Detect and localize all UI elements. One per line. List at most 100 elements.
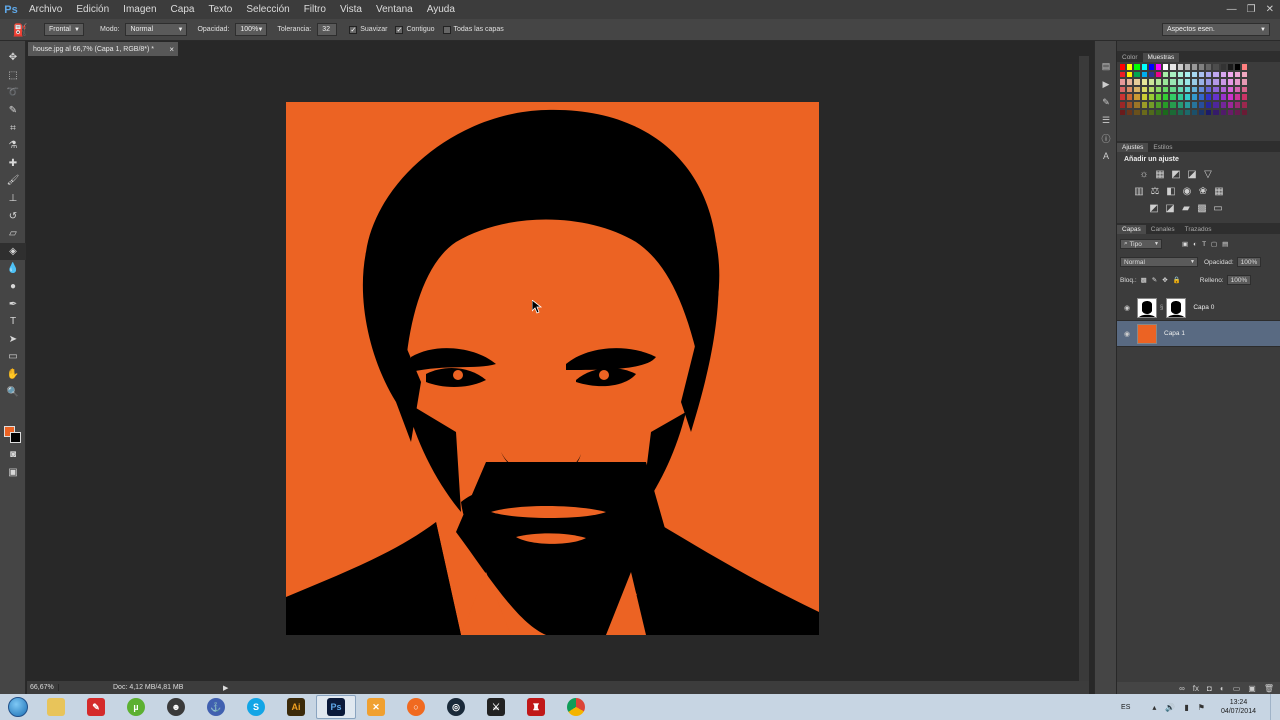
taskbar-explorer[interactable] [36, 695, 76, 719]
swatch-cell[interactable] [1241, 78, 1249, 86]
swatch-cell[interactable] [1241, 85, 1249, 94]
swatch-cell[interactable] [1198, 108, 1206, 117]
properties-icon[interactable]: ☰ [1095, 111, 1117, 129]
swatch-cell[interactable] [1219, 85, 1227, 94]
swatch-cell[interactable] [1162, 100, 1170, 109]
swatch-cell[interactable] [1133, 70, 1141, 79]
swatch-cell[interactable] [1147, 70, 1155, 79]
swatch-cell[interactable] [1133, 85, 1141, 94]
paint-bucket-tool-icon[interactable]: ⛽ [0, 23, 40, 37]
marquee-tool-icon[interactable]: ⬚ [0, 67, 26, 85]
swatch-cell[interactable] [1212, 100, 1220, 109]
curves-icon[interactable]: ◩ [1171, 169, 1181, 180]
swatch-cell[interactable] [1212, 63, 1220, 71]
taskbar-chrome[interactable] [556, 695, 596, 719]
flag-icon[interactable]: ⚑ [1198, 703, 1205, 712]
swatch-cell[interactable] [1190, 78, 1199, 86]
taskbar-pen-app[interactable]: ✎ [76, 695, 116, 719]
swatch-cell[interactable] [1119, 100, 1127, 109]
paint-bucket-tool-icon[interactable]: ◈ [0, 242, 26, 261]
swatch-cell[interactable] [1119, 108, 1127, 117]
taskbar-origin[interactable]: ○ [396, 695, 436, 719]
new-layer-icon[interactable]: ▣ [1248, 684, 1256, 693]
menu-ayuda[interactable]: Ayuda [420, 4, 462, 15]
swatch-cell[interactable] [1169, 100, 1177, 109]
menu-imagen[interactable]: Imagen [116, 4, 163, 15]
workspace-select[interactable]: Aspectos esen. ▼ [1162, 23, 1270, 36]
swatch-cell[interactable] [1205, 100, 1213, 109]
swatch-cell[interactable] [1133, 108, 1141, 117]
swatch-cell[interactable] [1133, 100, 1141, 109]
swatch-cell[interactable] [1219, 100, 1227, 109]
swatch-cell[interactable] [1212, 93, 1220, 101]
taskbar-inkscape[interactable]: ☻ [156, 695, 196, 719]
swatch-cell[interactable] [1183, 85, 1191, 94]
swatch-cell[interactable] [1162, 70, 1170, 79]
tab-adjustments[interactable]: Ajustes [1117, 143, 1149, 152]
swatch-cell[interactable] [1169, 70, 1177, 79]
swatch-cell[interactable] [1219, 93, 1227, 101]
swatch-cell[interactable] [1140, 108, 1148, 117]
lasso-tool-icon[interactable]: ➰ [0, 84, 26, 102]
contiguous-checkbox[interactable]: ✓ [395, 25, 404, 34]
fill-input[interactable]: 100% [1226, 275, 1251, 285]
swatch-cell[interactable] [1212, 70, 1220, 79]
clone-stamp-tool-icon[interactable]: ⊥ [0, 190, 26, 208]
swatch-cell[interactable] [1190, 70, 1199, 79]
layer-filter-select[interactable]: ⌕ Tipo ▼ [1120, 239, 1162, 249]
brush-presets-icon[interactable]: ✎ [1095, 93, 1117, 111]
swatch-cell[interactable] [1234, 78, 1242, 86]
taskbar-steam[interactable]: ◎ [436, 695, 476, 719]
eye-icon[interactable]: ◉ [1117, 304, 1137, 312]
swatch-cell[interactable] [1219, 70, 1227, 79]
document-tab[interactable]: house.jpg al 66,7% (Capa 1, RGB/8*) * × [28, 42, 178, 56]
lock-icons[interactable]: ▩✎✥🔒 [1141, 276, 1186, 284]
swatch-cell[interactable] [1212, 108, 1220, 117]
shape-tool-icon[interactable]: ▭ [0, 348, 26, 366]
layer-style-icon[interactable]: fx [1193, 684, 1199, 693]
start-button[interactable] [0, 694, 36, 720]
menu-seleccion[interactable]: Selección [239, 4, 296, 15]
swatch-cell[interactable] [1140, 63, 1148, 71]
vibrance-icon[interactable]: ▽ [1203, 169, 1213, 180]
taskbar-anchor-app[interactable]: ⚓ [196, 695, 236, 719]
preset-select[interactable]: Frontal ▼ [44, 23, 84, 36]
swatch-cell[interactable] [1176, 100, 1184, 109]
posterize-icon[interactable]: ◪ [1165, 203, 1175, 214]
layer-filter-icons[interactable]: ▣◐T▢▤ [1182, 240, 1233, 248]
new-adjustment-icon[interactable]: ◐ [1220, 684, 1225, 693]
swatch-cell[interactable] [1169, 85, 1177, 94]
swatch-cell[interactable] [1147, 63, 1155, 71]
tab-layers[interactable]: Capas [1117, 225, 1146, 234]
swatch-cell[interactable] [1119, 85, 1127, 94]
swatch-cell[interactable] [1162, 63, 1170, 71]
swatch-cell[interactable] [1154, 108, 1163, 117]
swatch-cell[interactable] [1234, 93, 1242, 101]
swatch-cell[interactable] [1241, 70, 1249, 79]
levels-icon[interactable]: ▦ [1155, 169, 1165, 180]
swatch-cell[interactable] [1162, 108, 1170, 117]
swatch-cell[interactable] [1205, 78, 1213, 86]
layer-row[interactable]: ◉ § Capa 0 [1117, 295, 1280, 321]
exposure-icon[interactable]: ◪ [1187, 169, 1197, 180]
swatch-cell[interactable] [1119, 93, 1127, 101]
swatch-cell[interactable] [1219, 63, 1227, 71]
brightness-icon[interactable]: ☼ [1139, 169, 1149, 180]
swatch-cell[interactable] [1140, 70, 1148, 79]
swatch-cell[interactable] [1241, 100, 1249, 109]
swatch-cell[interactable] [1140, 85, 1148, 94]
status-menu-arrow-icon[interactable]: ▶ [223, 684, 228, 692]
layer-mask-thumbnail[interactable] [1166, 297, 1187, 318]
antialias-checkbox[interactable]: ✓ [349, 25, 358, 34]
swatch-cell[interactable] [1126, 78, 1134, 86]
eye-icon[interactable]: ◉ [1117, 330, 1137, 338]
swatch-cell[interactable] [1205, 70, 1213, 79]
document-canvas[interactable] [286, 102, 819, 635]
background-color-swatch[interactable] [10, 432, 21, 443]
swatch-cell[interactable] [1140, 93, 1148, 101]
dodge-tool-icon[interactable]: ● [0, 278, 26, 296]
taskbar-photoshop[interactable]: Ps [316, 695, 356, 719]
swatch-cell[interactable] [1176, 63, 1184, 71]
eraser-tool-icon[interactable]: ▱ [0, 225, 26, 243]
blur-tool-icon[interactable]: 💧 [0, 260, 26, 278]
